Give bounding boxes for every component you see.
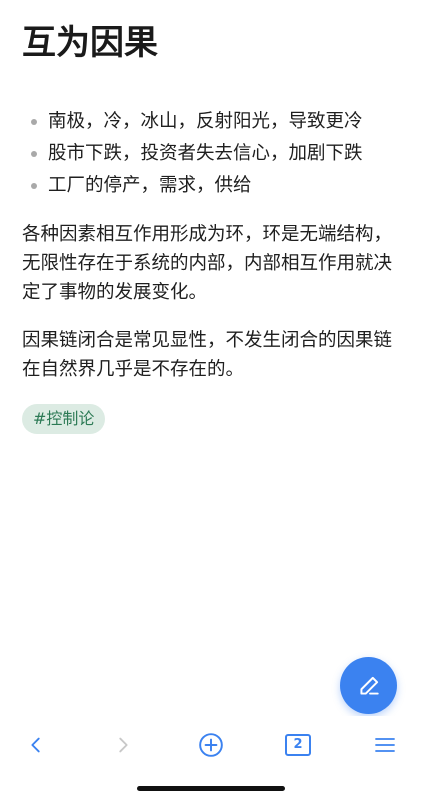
list-item-text: 工厂的停产，需求，供给 (48, 175, 252, 196)
forward-button[interactable] (108, 730, 138, 760)
back-button[interactable] (21, 730, 51, 760)
note-title: 互为因果 (22, 23, 158, 63)
tab-count: 2 (285, 734, 311, 756)
list-item: 工厂的停产，需求，供给 (22, 170, 363, 202)
paragraph: 因果链闭合是常见显性，不发生闭合的因果链在自然界几乎是不存在的。 (22, 330, 393, 380)
home-indicator[interactable] (137, 786, 285, 791)
chevron-right-icon (119, 737, 128, 753)
list-item-text: 南极，冷，冰山，反射阳光，导致更冷 (48, 111, 363, 132)
edit-button[interactable] (340, 657, 397, 714)
list-item: 股市下跌，投资者失去信心，加剧下跌 (22, 138, 363, 170)
list-item-text: 股市下跌，投资者失去信心，加剧下跌 (48, 143, 363, 164)
pencil-icon (359, 676, 379, 695)
list-item: 南极，冷，冰山，反射阳光，导致更冷 (22, 106, 363, 138)
bullet-dot-icon (31, 183, 37, 189)
bullet-dot-icon (31, 119, 37, 125)
bullet-dot-icon (31, 151, 37, 157)
bottom-toolbar: 2 (0, 716, 422, 772)
tabs-button[interactable]: 2 (283, 730, 313, 760)
tag-chip[interactable]: #控制论 (22, 404, 106, 434)
menu-icon (375, 738, 395, 752)
new-note-button[interactable] (196, 730, 226, 760)
bullet-list: 南极，冷，冰山，反射阳光，导致更冷 股市下跌，投资者失去信心，加剧下跌 工厂的停… (22, 106, 363, 202)
paragraph: 各种因素相互作用形成为环，环是无端结构，无限性存在于系统的内部，内部相互作用就决… (22, 224, 393, 303)
chevron-left-icon (31, 737, 40, 753)
plus-circle-icon (199, 733, 223, 757)
menu-button[interactable] (370, 730, 400, 760)
